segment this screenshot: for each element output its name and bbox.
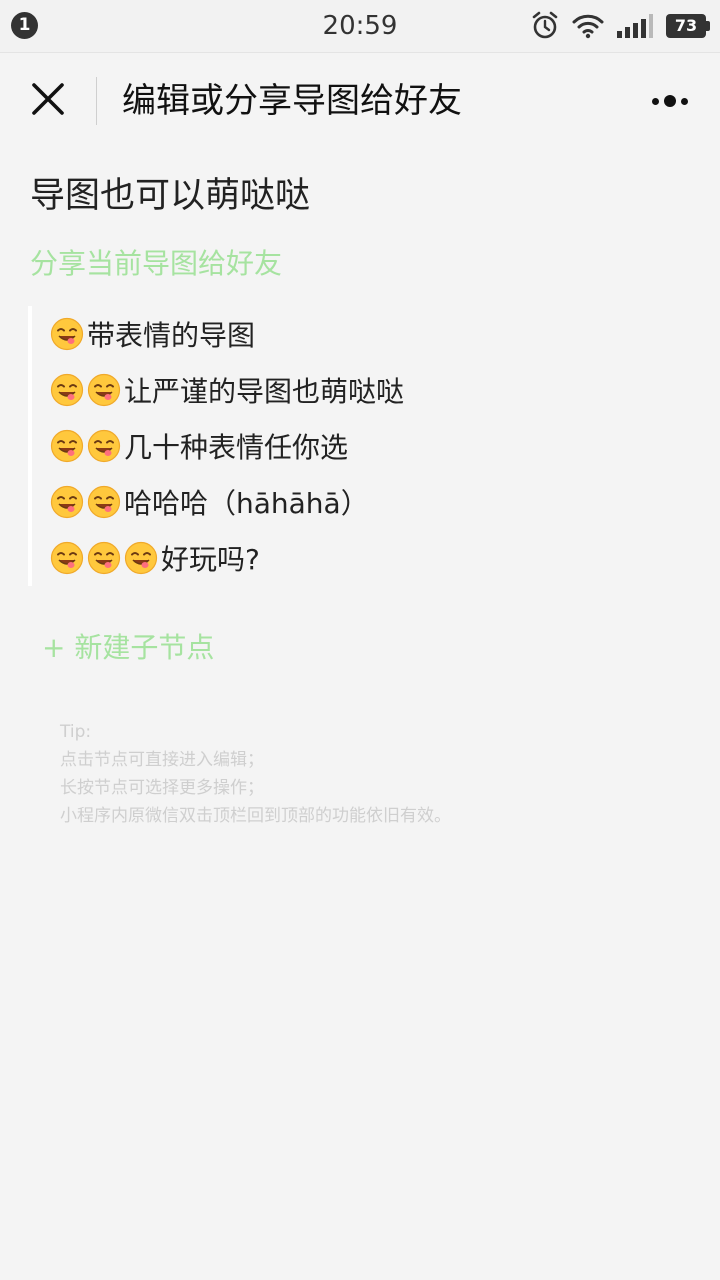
signal-icon [616,13,654,39]
status-icons: 73 [530,10,710,42]
nav-bar: 编辑或分享导图给好友 [0,52,720,148]
page-title: 编辑或分享导图给好友 [122,81,462,121]
node-text: 让严谨的导图也萌哒哒 [124,375,405,408]
alarm-icon [530,11,560,41]
mini-program-page: 1 20:59 73 编辑或分享导图给好友 导图也可以萌哒哒 分享当前导图给好友… [0,0,720,1280]
yum-emoji-icon [124,541,158,575]
yum-emoji-icon [50,541,84,575]
yum-emoji-icon [50,373,84,407]
yum-emoji-icon [50,485,84,519]
close-button[interactable] [22,75,74,127]
yum-emoji-icon [87,541,121,575]
battery-icon: 73 [666,14,710,38]
tip-line: 长按节点可选择更多操作； [60,778,264,798]
new-child-node-button[interactable]: + 新建子节点 [42,626,214,670]
child-node-list: 带表情的导图让严谨的导图也萌哒哒 几十种表情任你选 哈哈哈（hāhāhā） 好玩吗? [28,306,688,586]
tips: Tip: 点击节点可直接进入编辑； 长按节点可选择更多操作； 小程序内原微信双击… [60,718,680,830]
yum-emoji-icon [87,429,121,463]
node-text: 哈哈哈（hāhāhā） [124,487,369,520]
yum-emoji-icon [50,317,84,351]
node-text: 好玩吗? [161,543,260,576]
wifi-icon [572,13,604,39]
more-dots-icon [652,97,659,105]
node-item[interactable]: 让严谨的导图也萌哒哒 [28,362,688,418]
yum-emoji-icon [50,429,84,463]
node-item[interactable]: 几十种表情任你选 [28,418,688,474]
node-text: 几十种表情任你选 [124,431,349,464]
share-mindmap-link[interactable]: 分享当前导图给好友 [30,244,282,284]
close-icon [31,82,65,120]
yum-emoji-icon [87,485,121,519]
nav-divider [96,77,97,125]
node-item[interactable]: 哈哈哈（hāhāhā） [28,474,688,530]
status-bar: 1 20:59 73 [0,0,720,52]
tip-line: 小程序内原微信双击顶栏回到顶部的功能依旧有效。 [60,806,451,826]
node-text: 带表情的导图 [87,319,256,352]
yum-emoji-icon [87,373,121,407]
more-button[interactable] [640,77,700,125]
mindmap-title[interactable]: 导图也可以萌哒哒 [30,172,310,220]
tip-heading: Tip: [60,722,92,742]
tip-line: 点击节点可直接进入编辑； [60,750,264,770]
more-dots-icon-right [681,97,688,105]
more-dots-icon-center [664,95,676,107]
node-item[interactable]: 带表情的导图 [28,306,688,362]
node-item[interactable]: 好玩吗? [28,530,688,586]
